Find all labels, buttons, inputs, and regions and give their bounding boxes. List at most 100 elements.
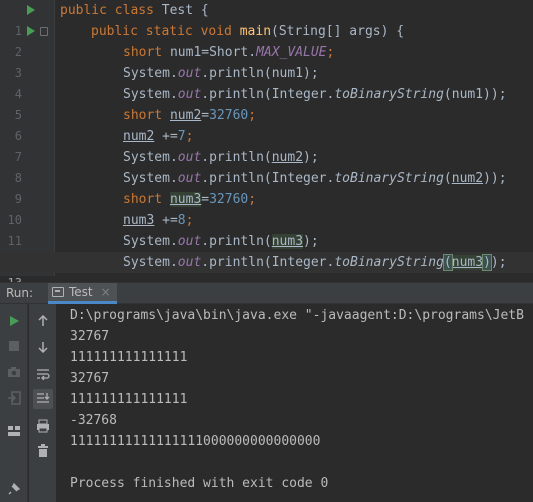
exit-icon[interactable] (4, 388, 24, 408)
code-token: MAX_VALUE (256, 45, 327, 60)
tab-label: Test (69, 284, 93, 299)
code-token: 7 (177, 129, 186, 144)
console-line: -32768 (70, 413, 117, 428)
code-token: (num1)); (443, 87, 507, 102)
code-token: num1=Short. (169, 45, 257, 60)
close-icon[interactable]: × (101, 283, 111, 302)
run-label: Run: (6, 286, 34, 300)
code-line[interactable]: 8 System.out.println(num2); (0, 147, 533, 185)
code-token: public (60, 3, 107, 18)
code-token: toBinaryString (334, 87, 444, 102)
code-token: ); (303, 234, 319, 249)
scroll-to-end-icon[interactable] (33, 389, 53, 409)
code-line[interactable]: 2 public static void main(String[] args)… (0, 21, 533, 59)
code-token: .println(num1); (201, 66, 319, 81)
code-line[interactable]: 6 short num2=32760; (0, 105, 533, 143)
console-line: Process finished with exit code 0 (70, 476, 329, 491)
code-line[interactable]: 7 num2 +=7; (0, 126, 533, 164)
code-line-current[interactable]: 13 System.out.println(Integer.toBinarySt… (0, 252, 533, 290)
code-token: System. (123, 234, 178, 249)
code-token: System. (123, 171, 178, 186)
code-token: { (193, 3, 209, 18)
code-token: System. (123, 66, 178, 81)
code-token: out (177, 66, 202, 81)
code-token: )); (483, 171, 507, 186)
code-line[interactable]: 9 System.out.println(Integer.toBinaryStr… (0, 168, 533, 206)
code-token: += (154, 213, 178, 228)
run-toolbar (0, 304, 28, 502)
code-token: num2 (169, 108, 202, 123)
code-line[interactable]: 10 short num3=32760; (0, 189, 533, 227)
code-token: 8 (177, 213, 186, 228)
console-line: 32767 (70, 329, 110, 344)
code-token: ) (482, 254, 492, 271)
console-line: 111111111111111 (70, 392, 188, 407)
code-token: .println( (201, 150, 272, 165)
code-line[interactable]: 12 System.out.println(num3); (0, 231, 533, 269)
arrow-up-icon[interactable] (33, 311, 53, 331)
code-token: ( (443, 171, 452, 186)
code-token: ); (303, 150, 319, 165)
run-toolwindow-header: Run: Test × (0, 282, 533, 304)
stop-icon[interactable] (4, 336, 24, 356)
code-token: (String[] args) { (271, 24, 405, 39)
code-token: .println(Integer. (201, 171, 335, 186)
arrow-down-icon[interactable] (33, 337, 53, 357)
code-token: class (106, 3, 162, 18)
run-gutter-icon[interactable] (27, 26, 35, 36)
run-gutter-icon[interactable] (27, 5, 35, 15)
code-line[interactable]: 1 public class Test { (0, 0, 533, 38)
code-token: num3 (123, 213, 155, 228)
code-token: toBinaryString (334, 171, 444, 186)
code-token: System. (123, 255, 178, 270)
code-token: short (123, 192, 170, 207)
code-token: out (177, 234, 202, 249)
print-icon[interactable] (33, 416, 53, 436)
code-token: ; (185, 213, 194, 228)
console-toolbar (29, 304, 57, 502)
code-token: .println(Integer. (201, 255, 335, 270)
console-output[interactable]: D:\programs\java\bin\java.exe "-javaagen… (58, 304, 533, 502)
code-token: out (177, 87, 202, 102)
code-token: out (177, 150, 202, 165)
soft-wrap-icon[interactable] (33, 364, 53, 384)
code-token: 32760 (209, 108, 249, 123)
code-token: ; (248, 192, 257, 207)
console-line: 111111111111111 (70, 350, 188, 365)
code-token: += (154, 129, 178, 144)
tab-test[interactable]: Test × (48, 283, 117, 304)
code-line[interactable]: 4 System.out.println(num1); (0, 63, 533, 101)
code-token: = (201, 192, 210, 207)
code-line[interactable]: 11 num3 +=8; (0, 210, 533, 248)
code-token: ); (490, 255, 507, 270)
code-token: toBinaryString (334, 255, 444, 270)
run-icon[interactable] (4, 311, 24, 331)
code-token: short (123, 45, 170, 60)
code-token: .println( (201, 234, 272, 249)
camera-icon[interactable] (4, 362, 24, 382)
code-token: num2 (271, 150, 304, 165)
console-line: 32767 (70, 371, 110, 386)
fold-icon[interactable] (40, 27, 48, 36)
code-token: ; (185, 129, 194, 144)
code-token: = (201, 108, 210, 123)
pin-icon[interactable] (4, 479, 24, 499)
code-token: num3 (271, 234, 304, 249)
code-token: System. (123, 87, 178, 102)
run-config-icon (52, 287, 64, 297)
code-token: System. (123, 150, 178, 165)
code-line[interactable]: 3 short num1=Short.MAX_VALUE; (0, 42, 533, 80)
code-editor[interactable]: 1 public class Test { 2 public static vo… (0, 0, 533, 290)
code-token: num3 (451, 255, 484, 270)
code-token: ; (248, 108, 257, 123)
code-token: out (177, 171, 202, 186)
code-line[interactable]: 5 System.out.println(Integer.toBinaryStr… (0, 84, 533, 122)
code-token: 32760 (209, 192, 249, 207)
code-token: ( (442, 254, 453, 271)
trash-icon[interactable] (33, 441, 53, 461)
code-token: short (123, 108, 170, 123)
code-token: num3 (169, 192, 202, 207)
code-token: out (177, 255, 202, 270)
layout-icon[interactable] (4, 421, 24, 441)
code-token: .println(Integer. (201, 87, 335, 102)
